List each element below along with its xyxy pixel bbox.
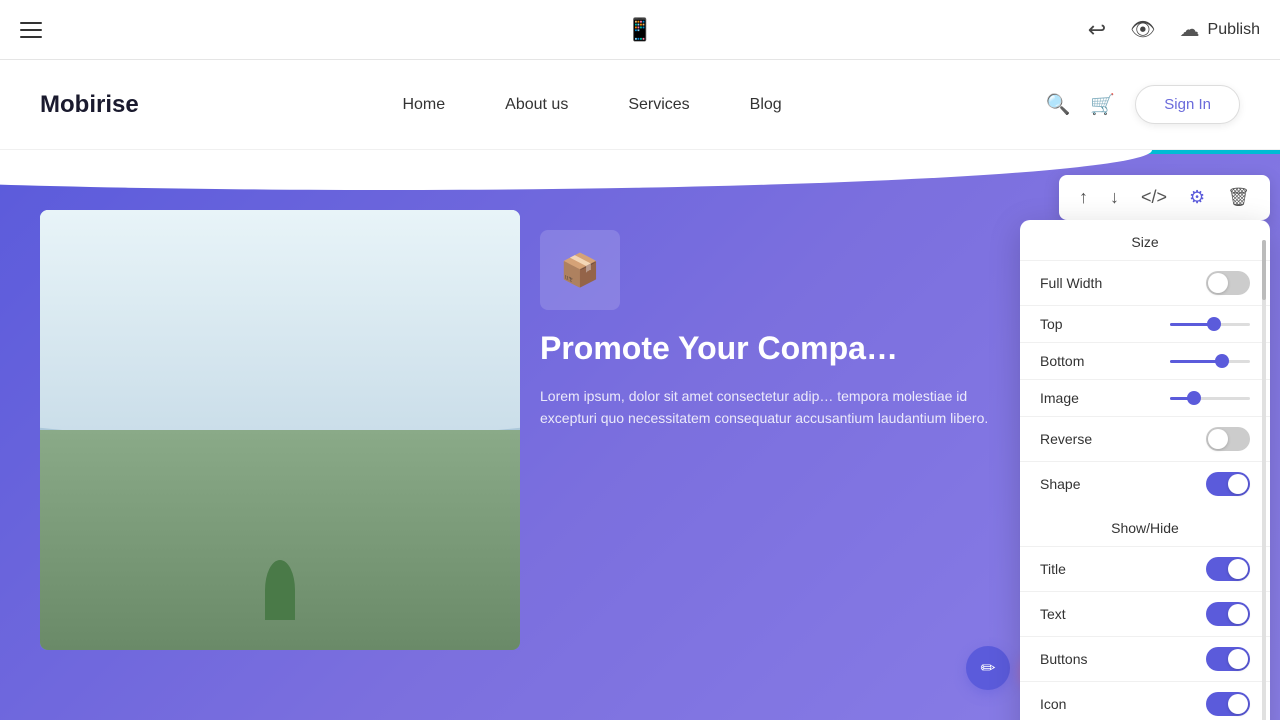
move-down-button[interactable]: ↓: [1100, 181, 1129, 214]
hero-title: Promote Your Compa…: [540, 330, 1000, 367]
bottom-label: Bottom: [1040, 353, 1084, 369]
code-button[interactable]: </>: [1131, 181, 1177, 214]
image-slider-dot[interactable]: [1187, 391, 1201, 405]
shape-toggle[interactable]: [1206, 472, 1250, 496]
title-toggle[interactable]: [1206, 557, 1250, 581]
text-show-row: Text: [1020, 591, 1270, 636]
buttons-toggle[interactable]: [1206, 647, 1250, 671]
icon-show-label: Icon: [1040, 696, 1066, 712]
top-row: Top: [1020, 305, 1270, 342]
size-section-title: Size: [1020, 220, 1270, 260]
shape-label: Shape: [1040, 476, 1080, 492]
toolbar-left: [20, 22, 42, 38]
settings-button[interactable]: ⚙: [1179, 181, 1215, 214]
image-slider-track: [1170, 397, 1250, 400]
toolbar-right: ↩ 👁 ☁ Publish: [1088, 17, 1260, 43]
buttons-knob: [1228, 649, 1248, 669]
move-up-button[interactable]: ↑: [1069, 181, 1098, 214]
atrium-ceiling: [40, 210, 520, 452]
text-show-label: Text: [1040, 606, 1066, 622]
bottom-slider-dot[interactable]: [1215, 354, 1229, 368]
show-hide-title: Show/Hide: [1020, 506, 1270, 546]
text-knob: [1228, 604, 1248, 624]
shape-row: Shape: [1020, 461, 1270, 506]
publish-label: Publish: [1208, 21, 1260, 39]
bottom-row: Bottom: [1020, 342, 1270, 379]
nav-link-home[interactable]: Home: [402, 96, 445, 114]
undo-button[interactable]: ↩: [1088, 17, 1106, 43]
reverse-toggle[interactable]: [1206, 427, 1250, 451]
nav-link-services[interactable]: Services: [628, 96, 689, 114]
nav-right: 🔍 🛒 Sign In: [1045, 85, 1240, 124]
hero-image: [40, 210, 520, 650]
panel-scrollbar[interactable]: [1262, 240, 1266, 720]
toolbar-center: 📱: [626, 17, 653, 43]
nav-bar: Mobirise Home About us Services Blog 🔍 🛒…: [0, 60, 1280, 150]
image-slider[interactable]: [1170, 397, 1250, 400]
full-width-knob: [1208, 273, 1228, 293]
hamburger-icon[interactable]: [20, 22, 42, 38]
hero-icon: 📦: [560, 251, 600, 289]
atrium-plant: [265, 560, 295, 620]
reverse-knob: [1208, 429, 1228, 449]
hero-icon-box: 📦: [540, 230, 620, 310]
reverse-row: Reverse: [1020, 416, 1270, 461]
hero-teal-border: [0, 150, 1280, 154]
icon-show-row: Icon: [1020, 681, 1270, 720]
text-toggle[interactable]: [1206, 602, 1250, 626]
nav-logo: Mobirise: [40, 91, 139, 119]
delete-button[interactable]: 🗑: [1217, 181, 1260, 214]
edit-fab-button[interactable]: ✏: [966, 646, 1010, 690]
hero-section: 📦 Promote Your Compa… Lorem ipsum, dolor…: [0, 150, 1280, 720]
settings-panel: Size Full Width Top Bottom: [1020, 220, 1270, 720]
title-knob: [1228, 559, 1248, 579]
bottom-slider-track: [1170, 360, 1250, 363]
preview-button[interactable]: 👁: [1130, 17, 1155, 42]
shape-knob: [1228, 474, 1248, 494]
hero-image-inner: [40, 210, 520, 650]
icon-knob: [1228, 694, 1248, 714]
upload-icon: ☁: [1180, 17, 1200, 42]
buttons-show-label: Buttons: [1040, 651, 1087, 667]
nav-links: Home About us Services Blog: [402, 96, 781, 114]
full-width-row: Full Width: [1020, 260, 1270, 305]
search-icon[interactable]: 🔍: [1045, 92, 1070, 117]
signin-button[interactable]: Sign In: [1135, 85, 1240, 124]
nav-link-blog[interactable]: Blog: [750, 96, 782, 114]
hero-content: 📦 Promote Your Compa… Lorem ipsum, dolor…: [540, 230, 1000, 454]
block-toolbar: ↑ ↓ </> ⚙ 🗑: [1059, 175, 1270, 220]
top-label: Top: [1040, 316, 1063, 332]
nav-link-about[interactable]: About us: [505, 96, 568, 114]
full-width-label: Full Width: [1040, 275, 1102, 291]
image-label: Image: [1040, 390, 1079, 406]
top-slider-track: [1170, 323, 1250, 326]
title-show-label: Title: [1040, 561, 1066, 577]
buttons-show-row: Buttons: [1020, 636, 1270, 681]
image-row: Image: [1020, 379, 1270, 416]
reverse-label: Reverse: [1040, 431, 1092, 447]
title-show-row: Title: [1020, 546, 1270, 591]
icon-toggle[interactable]: [1206, 692, 1250, 716]
phone-view-button[interactable]: 📱: [626, 17, 653, 43]
top-slider[interactable]: [1170, 323, 1250, 326]
publish-button[interactable]: ☁ Publish: [1180, 17, 1260, 42]
bottom-slider[interactable]: [1170, 360, 1250, 363]
hero-text: Lorem ipsum, dolor sit amet consectetur …: [540, 385, 1000, 430]
cart-icon[interactable]: 🛒: [1090, 92, 1115, 117]
top-slider-dot[interactable]: [1207, 317, 1221, 331]
full-width-toggle[interactable]: [1206, 271, 1250, 295]
panel-scrollbar-thumb[interactable]: [1262, 240, 1266, 300]
top-toolbar: 📱 ↩ 👁 ☁ Publish: [0, 0, 1280, 60]
